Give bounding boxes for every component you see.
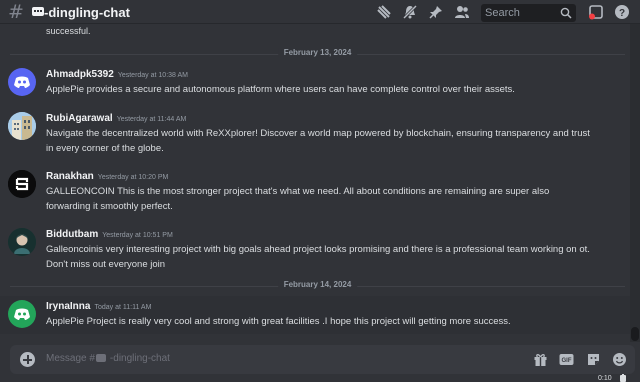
add-attachment-icon[interactable] [20, 352, 35, 367]
truncated-message-text: successful. [46, 26, 91, 36]
s-logo-icon [8, 170, 36, 198]
character-art-icon [8, 228, 36, 256]
avatar[interactable] [8, 68, 36, 96]
message-author[interactable]: RubiAgarawal Yesterday at 11:44 AM [46, 113, 186, 124]
avatar[interactable] [8, 300, 36, 328]
playback-time: 0:10 [598, 375, 612, 382]
date-divider-label: February 14, 2024 [277, 280, 358, 289]
message-author[interactable]: Ranakhan Yesterday at 10:20 PM [46, 171, 168, 182]
gift-icon[interactable] [533, 352, 548, 367]
discord-logo-icon [14, 76, 30, 88]
search-icon [560, 7, 572, 19]
date-divider: February 14, 2024 [10, 280, 625, 289]
message-item[interactable]: IrynaInna Today at 11:11 AM ApplePie Proj… [0, 296, 630, 334]
author-name[interactable]: IrynaInna [46, 301, 90, 312]
scrollbar-track[interactable] [630, 24, 640, 342]
message-item[interactable]: Ranakhan Yesterday at 10:20 PM GALLEONCOI… [0, 166, 630, 216]
status-strip [0, 374, 640, 382]
message-timestamp: Yesterday at 10:38 AM [117, 72, 188, 79]
message-timestamp: Today at 11:11 AM [94, 304, 152, 311]
building-photo-icon [8, 112, 36, 140]
message-list: successful. February 13, 2024 Ahmadpk539… [0, 24, 630, 342]
placeholder-channel: -dingling-chat [109, 353, 170, 364]
message-content: ApplePie provides a secure and autonomou… [46, 84, 515, 95]
notification-settings-icon[interactable] [402, 4, 418, 20]
avatar[interactable] [8, 228, 36, 256]
threads-icon[interactable] [376, 4, 392, 20]
avatar[interactable] [8, 112, 36, 140]
message-content: GALLEONCOIN This is the most stronger pr… [46, 186, 550, 212]
pinned-messages-icon[interactable] [428, 4, 444, 20]
gif-icon[interactable]: GIF [559, 352, 574, 367]
avatar[interactable] [8, 170, 36, 198]
message-content: Galleoncoinis very interesting project w… [46, 244, 590, 270]
search-placeholder: Search [485, 7, 520, 19]
channel-name: -dingling-chat [44, 5, 130, 20]
message-timestamp: Yesterday at 11:44 AM [116, 116, 187, 123]
date-divider: February 13, 2024 [10, 48, 625, 57]
message-content: Navigate the decentralized world with Re… [46, 128, 590, 154]
message-timestamp: Yesterday at 10:51 PM [102, 232, 173, 239]
member-list-icon[interactable] [454, 4, 470, 20]
help-icon[interactable]: ? [614, 4, 630, 20]
author-name[interactable]: Biddutbam [46, 229, 98, 240]
discord-logo-icon [14, 308, 30, 320]
message-author[interactable]: Biddutbam Yesterday at 10:51 PM [46, 229, 173, 240]
placeholder-prefix: Message # [46, 353, 95, 364]
author-name[interactable]: Ahmadpk5392 [46, 69, 114, 80]
speech-bubble-emoji-icon [32, 7, 44, 16]
date-divider-label: February 13, 2024 [277, 48, 358, 57]
message-item[interactable]: Biddutbam Yesterday at 10:51 PM Galleonco… [0, 224, 630, 274]
svg-text:GIF: GIF [562, 358, 572, 364]
author-name[interactable]: RubiAgarawal [46, 113, 113, 124]
message-author[interactable]: Ahmadpk5392 Yesterday at 10:38 AM [46, 69, 188, 80]
message-item[interactable]: Ahmadpk5392 Yesterday at 10:38 AM ApplePi… [0, 64, 630, 104]
emoji-icon[interactable] [612, 352, 627, 367]
message-input[interactable]: Message # -dingling-chat [46, 353, 170, 364]
message-item[interactable]: RubiAgarawal Yesterday at 11:44 AM Naviga… [0, 108, 630, 158]
svg-text:?: ? [619, 8, 625, 19]
speech-bubble-emoji-icon [95, 354, 106, 363]
message-timestamp: Yesterday at 10:20 PM [97, 174, 169, 181]
author-name[interactable]: Ranakhan [46, 171, 94, 182]
battery-icon [620, 374, 626, 382]
message-composer[interactable]: Message # -dingling-chat GIF [10, 345, 635, 374]
message-content: ApplePie Project is really very cool and… [46, 316, 511, 327]
search-input[interactable]: Search [481, 4, 576, 22]
inbox-icon[interactable] [588, 4, 604, 20]
sticker-icon[interactable] [586, 352, 601, 367]
message-author[interactable]: IrynaInna Today at 11:11 AM [46, 301, 151, 312]
channel-header: # -dingling-chat Search ? [0, 0, 640, 24]
scrollbar-thumb[interactable] [631, 327, 639, 341]
text-channel-icon: # [8, 1, 24, 23]
